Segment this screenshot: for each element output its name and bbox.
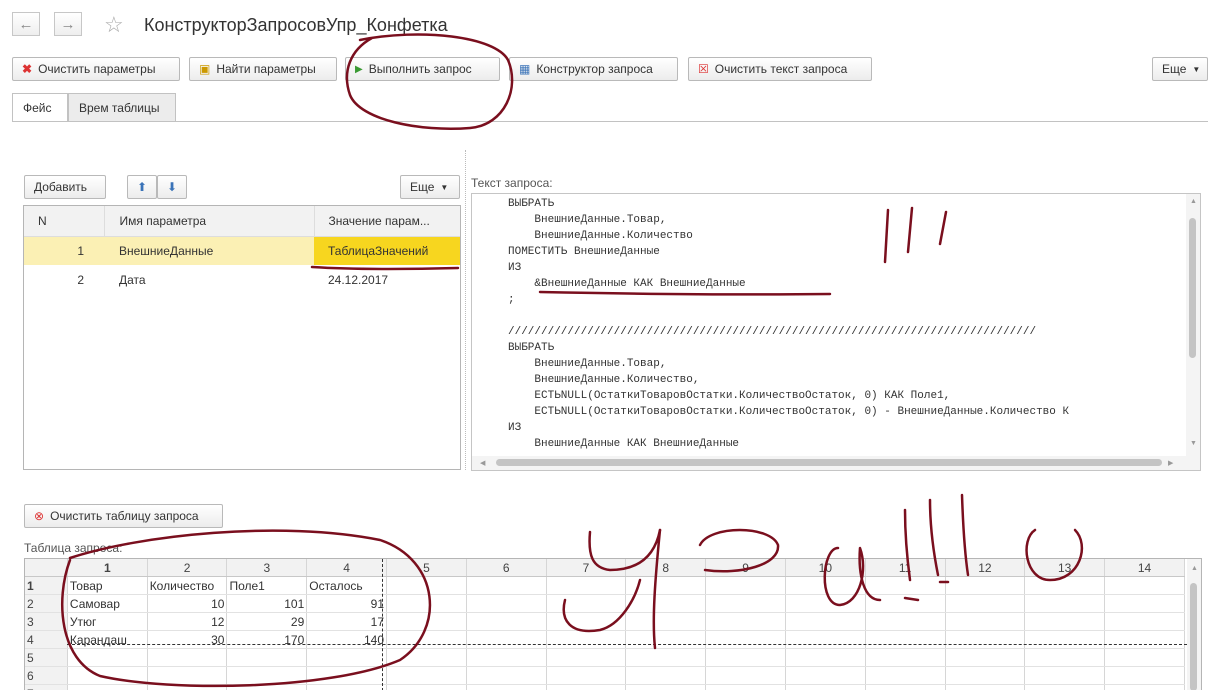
ink-letter-u (588, 528, 662, 572)
ink-exclaim-2 (906, 206, 914, 254)
ink-exclaim-6 (960, 493, 970, 577)
ink-letter-o (1025, 528, 1084, 582)
ink-exclaim-3 (938, 210, 948, 246)
ink-exclaim-1 (883, 208, 890, 264)
ink-letter-a (823, 546, 882, 607)
handwritten-annotations (61, 33, 1084, 688)
ink-underline-query (538, 290, 832, 296)
ink-underline-value (310, 265, 460, 271)
ink-dot-1 (903, 596, 920, 602)
ink-letter-y (562, 578, 642, 633)
ink-circle-run-button (345, 33, 514, 130)
ink-exclaim-4 (903, 508, 912, 582)
ink-exclaim-5 (928, 498, 940, 577)
ink-circle-result (61, 529, 432, 688)
ink-letter-r-loop (698, 528, 780, 573)
